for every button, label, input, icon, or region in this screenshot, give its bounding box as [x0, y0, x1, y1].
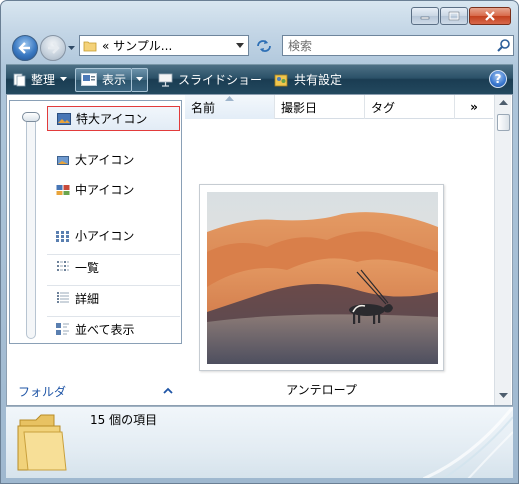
- address-dropdown-icon[interactable]: [236, 43, 244, 49]
- folders-toggle[interactable]: フォルダ: [9, 377, 182, 405]
- view-icon: [81, 73, 98, 86]
- antelope-photo: [207, 192, 438, 364]
- folder-icon: [83, 41, 97, 51]
- command-bar: 整理 表示 スライドショー 共有設定 ?: [6, 64, 513, 94]
- share-button[interactable]: 共有設定: [268, 68, 348, 92]
- recent-pages-chevron-icon[interactable]: [67, 44, 76, 53]
- view-details[interactable]: 詳細: [47, 285, 180, 310]
- refresh-icon: [257, 40, 271, 52]
- breadcrumb[interactable]: « サンプル...: [102, 37, 172, 54]
- view-tiles[interactable]: 並べて表示: [47, 316, 180, 341]
- view-medium-icons[interactable]: 中アイコン: [47, 177, 180, 202]
- help-icon: ?: [494, 72, 502, 86]
- maximize-button[interactable]: [440, 7, 468, 25]
- back-arrow-icon: [18, 42, 30, 54]
- icon-size-slider[interactable]: [26, 117, 36, 339]
- list-icon: [56, 261, 70, 273]
- chevron-up-icon: [163, 387, 173, 394]
- details-pane: 15 個の項目: [6, 406, 513, 478]
- chevron-down-icon: [136, 77, 144, 81]
- column-header: 名前 撮影日 タグ »: [185, 95, 493, 119]
- maximize-icon: [448, 11, 460, 21]
- share-label: 共有設定: [294, 73, 343, 87]
- scroll-up-icon[interactable]: [499, 100, 508, 106]
- column-date-taken[interactable]: 撮影日: [275, 95, 365, 119]
- organize-icon: [12, 73, 26, 87]
- share-icon: [274, 73, 289, 87]
- view-large-icons[interactable]: 大アイコン: [47, 147, 180, 172]
- organize-label: 整理: [31, 73, 56, 87]
- organize-button[interactable]: 整理: [6, 68, 73, 92]
- medium-icons-icon: [56, 184, 70, 196]
- chevron-down-icon: [60, 77, 68, 82]
- search-input[interactable]: 検索: [282, 35, 514, 56]
- help-button[interactable]: ?: [489, 70, 507, 88]
- scroll-down-icon[interactable]: [499, 393, 508, 399]
- view-dropdown-button[interactable]: [132, 67, 149, 92]
- folders-label: フォルダ: [18, 384, 67, 399]
- file-thumbnail[interactable]: [199, 184, 444, 371]
- more-columns-button[interactable]: »: [455, 95, 493, 119]
- tiles-icon: [56, 323, 70, 335]
- slider-thumb[interactable]: [22, 112, 40, 122]
- scrollbar-thumb[interactable]: [497, 114, 510, 131]
- decorative-swirl: [423, 407, 513, 478]
- close-button[interactable]: [469, 7, 511, 25]
- back-button[interactable]: [12, 35, 38, 61]
- search-icon: [497, 39, 510, 52]
- forward-button[interactable]: [40, 35, 66, 61]
- search-button[interactable]: [497, 38, 511, 55]
- view-button[interactable]: 表示: [75, 67, 133, 92]
- view-label: 表示: [102, 73, 127, 87]
- folder-icon: [17, 414, 67, 471]
- item-count: 15 個の項目: [90, 413, 158, 427]
- slideshow-icon: [158, 73, 173, 87]
- minimize-button[interactable]: [411, 7, 439, 25]
- large-icons-icon: [56, 154, 70, 166]
- slideshow-button[interactable]: スライドショー: [152, 68, 268, 92]
- slideshow-label: スライドショー: [178, 73, 263, 87]
- forward-arrow-icon: [48, 42, 60, 54]
- address-bar[interactable]: « サンプル...: [79, 35, 249, 56]
- caption-buttons: [410, 7, 511, 25]
- close-icon: [485, 11, 495, 21]
- view-extra-large-icons[interactable]: 特大アイコン: [47, 106, 180, 131]
- refresh-button[interactable]: [253, 37, 275, 55]
- view-menu: 特大アイコン 大アイコン 中アイコン 小アイコン 一覧 詳細 並べて表示: [9, 100, 182, 344]
- file-name-label[interactable]: アンテロープ: [199, 381, 444, 398]
- small-icons-icon: [56, 230, 70, 242]
- column-tags[interactable]: タグ: [365, 95, 455, 119]
- minimize-icon: [420, 16, 430, 20]
- view-small-icons[interactable]: 小アイコン: [47, 223, 180, 248]
- extra-large-icons-icon: [57, 112, 71, 125]
- details-icon: [56, 292, 70, 304]
- column-name[interactable]: 名前: [185, 95, 275, 119]
- view-list[interactable]: 一覧: [47, 254, 180, 279]
- search-placeholder: 検索: [288, 39, 313, 53]
- sort-ascending-icon: [225, 96, 234, 101]
- vertical-scrollbar[interactable]: [494, 95, 511, 405]
